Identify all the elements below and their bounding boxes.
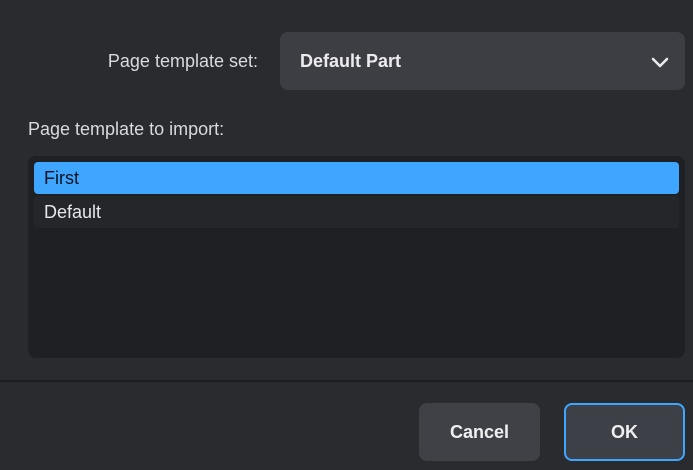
import-page-template-dialog: Page template set: Default Part Page tem… [0, 0, 693, 470]
cancel-button[interactable]: Cancel [419, 403, 540, 461]
dialog-content: Page template set: Default Part Page tem… [0, 0, 693, 380]
template-set-row: Page template set: Default Part [0, 32, 693, 90]
template-set-label: Page template set: [107, 51, 258, 71]
template-to-import-label: Page template to import: [28, 119, 225, 139]
ok-button[interactable]: OK [564, 403, 685, 461]
template-set-value: Default Part [300, 51, 402, 71]
list-item-first[interactable]: First [34, 162, 679, 194]
template-set-dropdown[interactable]: Default Part [280, 32, 685, 90]
template-list[interactable]: First Default [28, 156, 685, 358]
chevron-down-icon [651, 57, 669, 68]
list-item-default[interactable]: Default [34, 196, 679, 228]
dialog-footer: Cancel OK [0, 382, 693, 470]
